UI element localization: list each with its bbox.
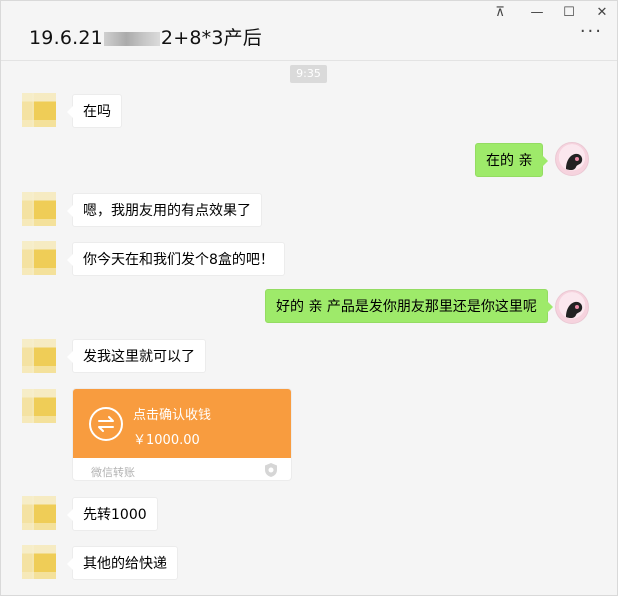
money-transfer-card[interactable]: 点击确认收钱 ￥1000.00 微信转账 [72, 388, 292, 481]
contact-avatar[interactable] [22, 192, 56, 226]
title-bar: 19.6.21 2+8*3产后 ⊼ — ☐ ✕ ··· [1, 1, 617, 61]
contact-avatar[interactable] [22, 496, 56, 530]
maximize-button[interactable]: ☐ [557, 3, 581, 23]
message-bubble-sent[interactable]: 在的 亲 [475, 143, 549, 177]
silhouette-icon [566, 153, 583, 171]
more-options-button[interactable]: ··· [580, 23, 603, 41]
redacted-mosaic [103, 31, 160, 46]
message-bubble-received[interactable]: 在吗 [67, 94, 122, 128]
message-bubble-received[interactable]: 其他的给快递 [67, 546, 178, 580]
chat-title-suffix: 2+8*3产后 [160, 27, 263, 49]
contact-avatar[interactable] [22, 241, 56, 275]
transfer-footer-label: 微信转账 [91, 466, 135, 479]
chat-title: 19.6.21 2+8*3产后 [29, 23, 262, 50]
chat-window: 19.6.21 2+8*3产后 ⊼ — ☐ ✕ ··· 9:35 在吗 在的 亲 … [0, 0, 618, 596]
message-timestamp: 9:35 [290, 65, 327, 83]
my-avatar[interactable] [555, 142, 589, 176]
message-bubble-received[interactable]: 先转1000 [67, 497, 158, 531]
silhouette-icon [566, 301, 583, 319]
contact-avatar[interactable] [22, 93, 56, 127]
pin-button[interactable]: ⊼ [488, 3, 512, 23]
close-button[interactable]: ✕ [590, 3, 614, 23]
message-bubble-sent[interactable]: 好的 亲 产品是发你朋友那里还是你这里呢 [265, 289, 553, 323]
chat-title-prefix: 19.6.21 [29, 27, 103, 49]
message-bubble-received[interactable]: 发我这里就可以了 [67, 339, 206, 373]
transfer-status-text: 点击确认收钱 [133, 408, 212, 423]
transfer-card-header: 点击确认收钱 ￥1000.00 [73, 389, 291, 458]
message-bubble-received[interactable]: 嗯，我朋友用的有点效果了 [67, 193, 262, 227]
shield-icon [265, 463, 277, 477]
my-avatar[interactable] [555, 290, 589, 324]
message-bubble-received[interactable]: 你今天在和我们发个8盒的吧！ [67, 242, 285, 276]
contact-avatar[interactable] [22, 389, 56, 423]
transfer-amount: ￥1000.00 [133, 433, 200, 448]
transfer-arrows-icon [89, 407, 123, 441]
minimize-button[interactable]: — [525, 3, 549, 23]
contact-avatar[interactable] [22, 339, 56, 373]
contact-avatar[interactable] [22, 545, 56, 579]
